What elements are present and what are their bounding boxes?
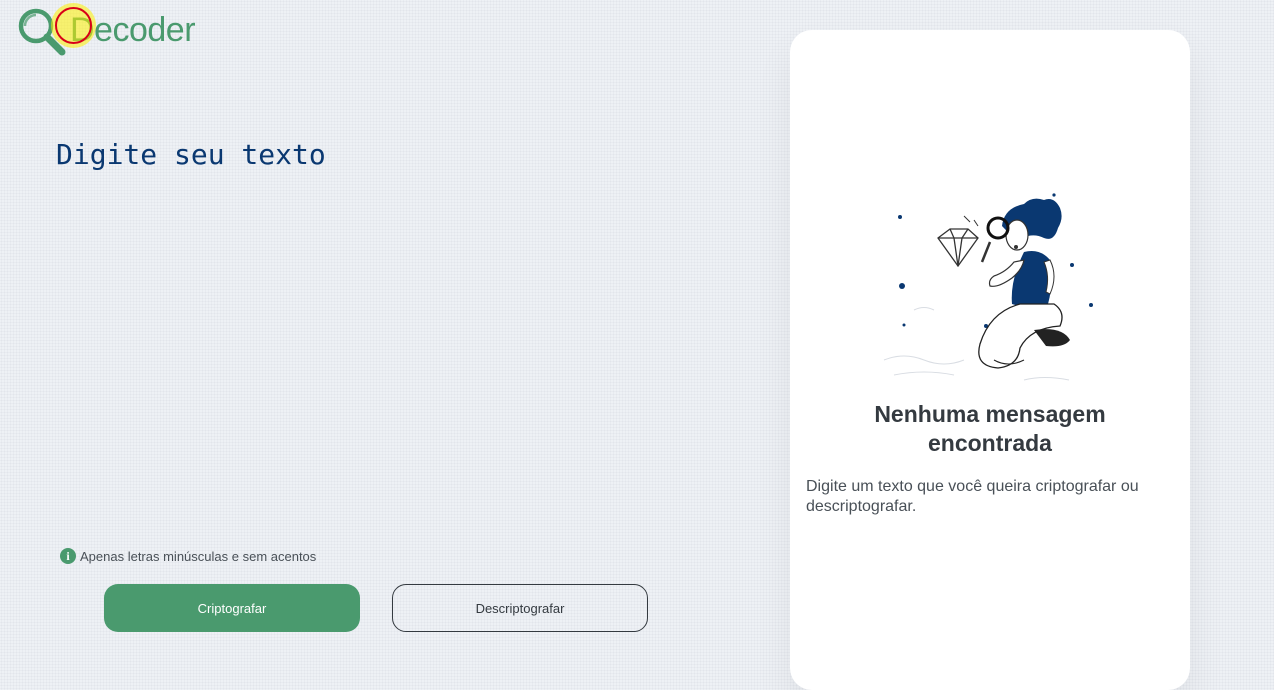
- input-hint: i Apenas letras minúsculas e sem acentos: [60, 548, 316, 564]
- logo: Decoder: [16, 4, 216, 56]
- no-message-title: Nenhuma mensagem encontrada: [874, 401, 1106, 456]
- logo-text: Decoder: [70, 11, 196, 49]
- decrypt-button[interactable]: Descriptografar: [392, 584, 648, 632]
- text-input[interactable]: [56, 138, 716, 518]
- no-message-description: Digite um texto que você queira criptogr…: [806, 478, 1139, 515]
- encrypt-button[interactable]: Criptografar: [104, 584, 360, 632]
- output-panel: Nenhuma mensagem encontrada Digite um te…: [790, 30, 1190, 690]
- person-with-magnifier-illustration: [883, 193, 1093, 381]
- hint-text: Apenas letras minúsculas e sem acentos: [80, 548, 317, 564]
- info-icon: i: [60, 548, 76, 564]
- magnifier-icon: [18, 8, 66, 56]
